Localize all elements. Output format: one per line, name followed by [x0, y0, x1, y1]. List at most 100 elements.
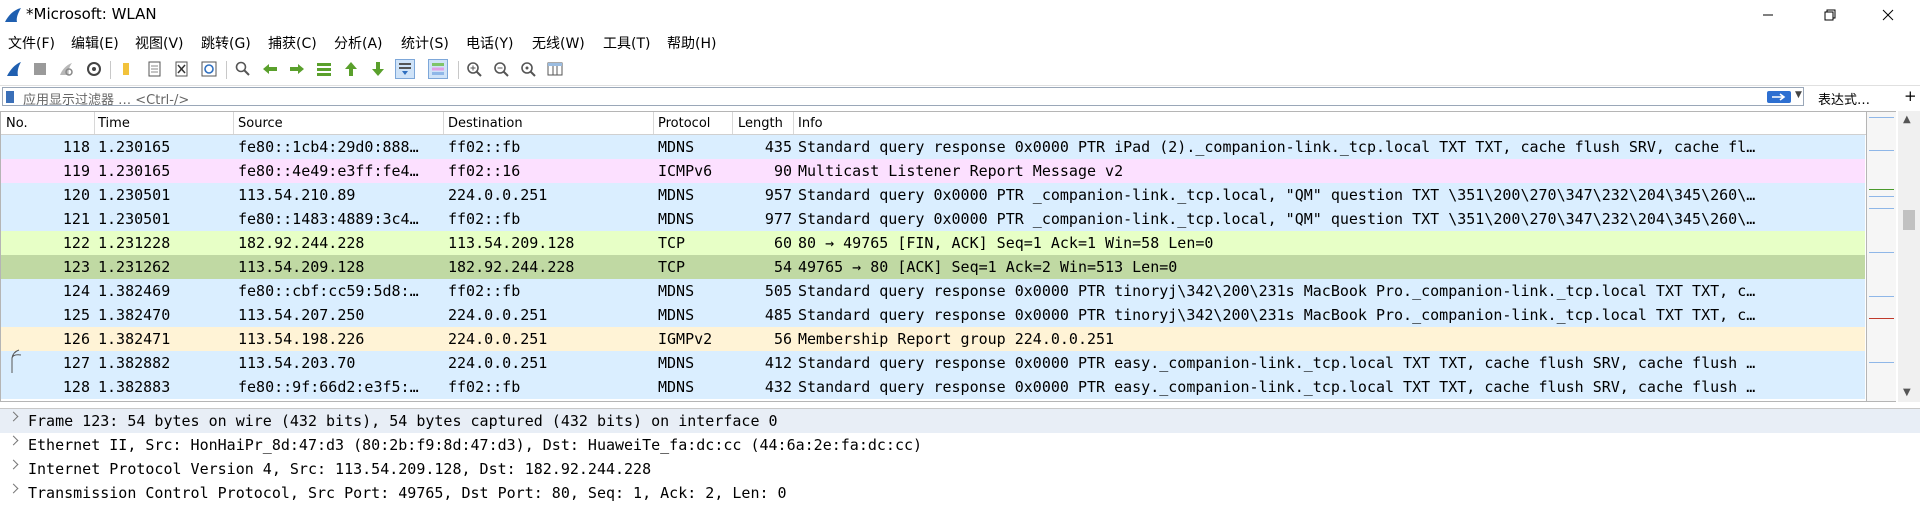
table-row[interactable]: 121 1.230501 fe80::1483:4889:3c4… ff02::fb M… [1, 207, 1865, 231]
table-row[interactable]: 124 1.382469 fe80::cbf:cc59:5d8:… ff02::fb M… [1, 279, 1865, 303]
table-row[interactable]: 122 1.231228 182.92.244.228 113.54.209.128 T… [1, 231, 1865, 255]
go-back-button[interactable] [260, 59, 280, 79]
go-first-button[interactable] [341, 59, 361, 79]
reload-button[interactable] [199, 59, 219, 79]
expand-chevron-icon[interactable] [8, 459, 19, 470]
cell-info: 80 → 49765 [FIN, ACK] Seq=1 Ack=1 Win=58… [798, 234, 1214, 252]
start-capture-button[interactable] [4, 59, 24, 79]
cell-destination: 113.54.209.128 [448, 234, 575, 252]
table-row[interactable]: 119 1.230165 fe80::4e49:e3ff:fe4… ff02::16 I… [1, 159, 1865, 183]
menu-edit[interactable]: 编辑(E) [71, 33, 119, 53]
window-title: *Microsoft: WLAN [26, 5, 157, 23]
minimap-mark [1869, 208, 1894, 209]
open-file-button[interactable] [117, 59, 137, 79]
zoom-in-button[interactable] [464, 59, 484, 79]
capture-options-button[interactable] [84, 59, 104, 79]
zoom-out-button[interactable] [491, 59, 511, 79]
go-last-icon [372, 62, 384, 76]
detail-text: Transmission Control Protocol, Src Port:… [28, 484, 787, 502]
table-row[interactable]: 126 1.382471 113.54.198.226 224.0.0.251 IGMP… [1, 327, 1865, 351]
table-row[interactable]: 125 1.382470 113.54.207.250 224.0.0.251 MDNS… [1, 303, 1865, 327]
minimize-button[interactable] [1745, 0, 1791, 30]
column-divider[interactable] [94, 112, 95, 134]
detail-tree-item[interactable]: Frame 123: 54 bytes on wire (432 bits), … [0, 409, 1920, 433]
cell-protocol: TCP [658, 258, 686, 276]
close-icon [1882, 9, 1894, 21]
find-packet-button[interactable] [233, 59, 253, 79]
column-info[interactable]: Info [798, 116, 823, 131]
toolbar-separator [110, 61, 111, 79]
cell-info: Standard query 0x0000 PTR _companion-lin… [798, 186, 1756, 204]
cell-protocol: MDNS [658, 186, 695, 204]
cell-time: 1.230165 [98, 162, 171, 180]
column-destination[interactable]: Destination [448, 116, 523, 131]
expand-chevron-icon[interactable] [8, 435, 19, 446]
column-divider[interactable] [793, 112, 794, 134]
file-button[interactable] [145, 59, 165, 79]
minimap-mark [1869, 318, 1894, 319]
expand-chevron-icon[interactable] [8, 411, 19, 422]
cell-destination: 224.0.0.251 [448, 330, 548, 348]
cell-length: 485 [764, 306, 792, 324]
colorize-button[interactable] [428, 59, 448, 79]
column-time[interactable]: Time [98, 116, 130, 131]
expand-chevron-icon[interactable] [8, 483, 19, 494]
menu-tools[interactable]: 工具(T) [603, 33, 650, 53]
detail-tree-item[interactable]: Internet Protocol Version 4, Src: 113.54… [0, 457, 1920, 481]
column-protocol[interactable]: Protocol [658, 116, 710, 131]
restart-capture-button[interactable] [56, 59, 76, 79]
packet-minimap[interactable] [1867, 111, 1896, 402]
expression-button[interactable]: 表达式… [1818, 89, 1870, 108]
detail-tree-item[interactable]: Transmission Control Protocol, Src Port:… [0, 481, 1920, 505]
close-window-button[interactable] [1865, 0, 1911, 30]
packet-details-pane: Frame 123: 54 bytes on wire (432 bits), … [0, 408, 1920, 508]
cell-time: 1.382469 [98, 282, 171, 300]
resize-columns-button[interactable] [545, 59, 565, 79]
cell-info: Standard query response 0x0000 PTR easy.… [798, 378, 1756, 396]
menu-file[interactable]: 文件(F) [8, 33, 55, 53]
table-row[interactable]: 123 1.231262 113.54.209.128 182.92.244.228 T… [1, 255, 1865, 279]
go-last-button[interactable] [368, 59, 388, 79]
bookmark-icon[interactable] [6, 91, 14, 103]
column-divider[interactable] [443, 112, 444, 134]
table-row[interactable]: 120 1.230501 113.54.210.89 224.0.0.251 MDNS 9… [1, 183, 1865, 207]
menu-help[interactable]: 帮助(H) [667, 33, 716, 53]
cell-length: 505 [764, 282, 792, 300]
go-forward-button[interactable] [287, 59, 307, 79]
scroll-down-icon[interactable]: ▼ [1903, 387, 1911, 398]
cell-time: 1.382882 [98, 354, 171, 372]
menu-statistics[interactable]: 统计(S) [401, 33, 449, 53]
column-divider[interactable] [732, 112, 733, 134]
column-source[interactable]: Source [238, 116, 283, 131]
table-row[interactable]: 118 1.230165 fe80::1cb4:29d0:888… ff02::fb M… [1, 135, 1865, 159]
table-row[interactable]: 128 1.382883 fe80::9f:66d2:e3f5:… ff02::fb M… [1, 375, 1865, 399]
scroll-up-icon[interactable]: ▲ [1903, 114, 1911, 125]
zoom-normal-button[interactable] [518, 59, 538, 79]
scrollbar-thumb[interactable] [1903, 210, 1915, 230]
table-row[interactable]: 127 1.382882 113.54.203.70 224.0.0.251 MDNS 4… [1, 351, 1865, 375]
menu-go[interactable]: 跳转(G) [201, 33, 251, 53]
display-filter-input[interactable]: 应用显示过滤器 … <Ctrl-/> ▼ [2, 87, 1804, 108]
close-file-button[interactable] [172, 59, 192, 79]
stop-capture-button[interactable] [30, 59, 50, 79]
add-filter-button[interactable]: + [1904, 87, 1917, 105]
column-divider[interactable] [653, 112, 654, 134]
column-divider[interactable] [233, 112, 234, 134]
detail-tree-item[interactable]: Ethernet II, Src: HonHaiPr_8d:47:d3 (80:… [0, 433, 1920, 457]
autoscroll-button[interactable] [395, 59, 415, 79]
menu-telephony[interactable]: 电话(Y) [466, 33, 513, 53]
restore-button[interactable] [1807, 0, 1853, 30]
detail-text: Internet Protocol Version 4, Src: 113.54… [28, 460, 652, 478]
column-length[interactable]: Length [738, 116, 783, 131]
cell-destination: ff02::16 [448, 162, 521, 180]
filter-history-dropdown-icon[interactable]: ▼ [1795, 90, 1802, 100]
menu-wireless[interactable]: 无线(W) [532, 33, 585, 53]
packet-list-scrollbar[interactable]: ▲ ▼ [1898, 111, 1920, 402]
go-to-packet-button[interactable] [314, 59, 334, 79]
menu-analyze[interactable]: 分析(A) [334, 33, 383, 53]
menu-capture[interactable]: 捕获(C) [268, 33, 317, 53]
apply-filter-arrow-icon[interactable] [1767, 91, 1791, 103]
menu-view[interactable]: 视图(V) [135, 33, 184, 53]
zoom-out-icon [494, 62, 509, 77]
reload-icon [201, 61, 217, 77]
